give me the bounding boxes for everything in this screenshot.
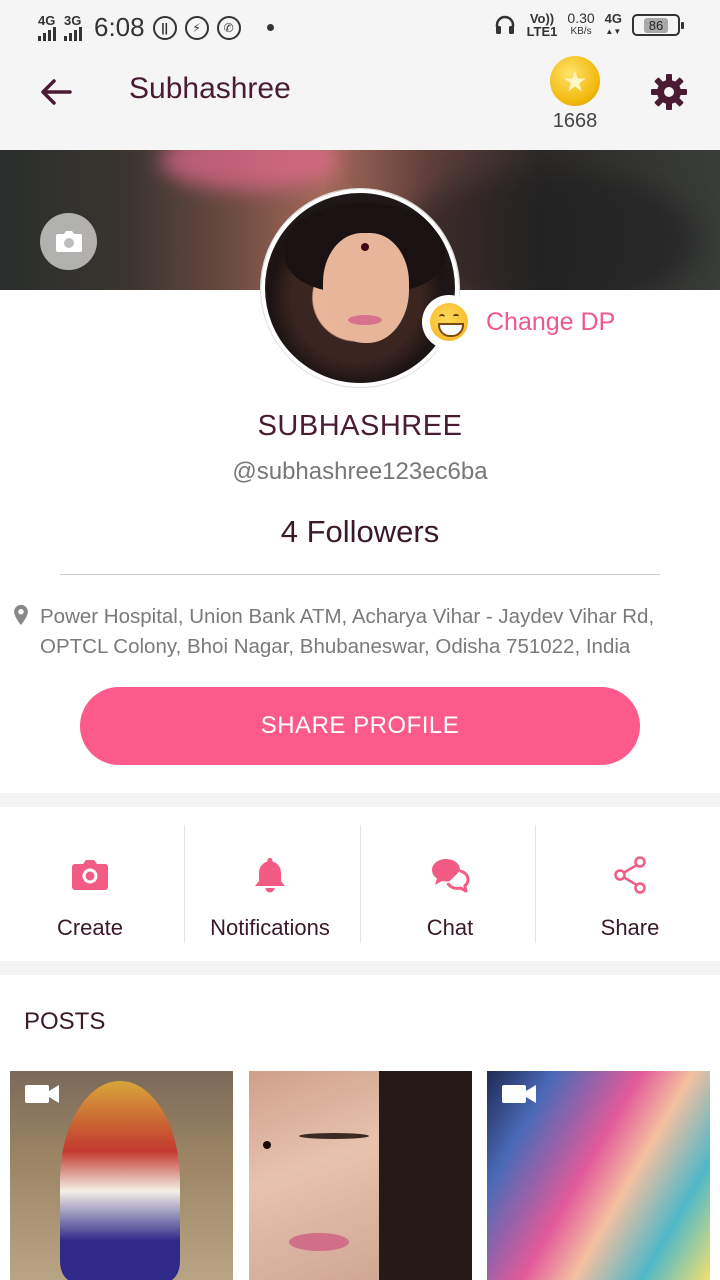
posts-heading: POSTS [24, 1008, 106, 1035]
messenger-icon: ⚡ [184, 15, 209, 40]
network-signal-1: 4G [38, 14, 56, 41]
action-label: Create [56, 915, 124, 940]
action-label: Chat [426, 915, 474, 940]
gear-icon [651, 74, 687, 110]
share-profile-button[interactable]: SHARE PROFILE [80, 687, 640, 765]
followers-count[interactable]: 4 Followers [0, 514, 720, 550]
coins-button[interactable]: ★ 1668 [546, 56, 604, 133]
change-dp-label: Change DP [486, 307, 616, 336]
section-separator [0, 961, 720, 975]
post-thumbnail[interactable] [249, 1071, 472, 1280]
divider [360, 825, 361, 943]
profile-name: SUBHASHREE [257, 410, 463, 442]
post-thumbnail[interactable] [10, 1071, 233, 1280]
camera-icon [72, 860, 108, 890]
volte-indicator: Vo)) LTE1 [526, 11, 558, 39]
change-dp-button[interactable]: Change DP [422, 295, 615, 349]
settings-button[interactable] [649, 72, 689, 112]
video-camera-icon [25, 1085, 59, 1103]
location: Power Hospital, Union Bank ATM, Acharya … [12, 602, 712, 662]
divider [184, 825, 185, 943]
grinning-emoji-icon [422, 295, 476, 349]
back-button[interactable] [34, 70, 78, 114]
profile-handle: @subhashree123ec6ba [232, 458, 488, 485]
camera-icon [55, 230, 82, 252]
divider [535, 825, 536, 943]
star-coin-icon: ★ [550, 56, 600, 106]
quick-actions: Create Notifications Chat Share [0, 807, 720, 961]
location-text: Power Hospital, Union Bank ATM, Acharya … [40, 605, 655, 658]
coin-count: 1668 [552, 110, 598, 132]
headphones-icon [495, 15, 514, 34]
network-signal-2: 3G [64, 14, 82, 41]
data-saver-icon: || [152, 15, 177, 40]
share-button[interactable]: Share [540, 807, 720, 961]
divider [60, 574, 660, 575]
change-cover-button[interactable] [40, 213, 97, 270]
post-thumbnail[interactable] [487, 1071, 710, 1280]
section-separator [0, 793, 720, 807]
status-bar: 4G 3G 6:08 || ⚡ ✆ Vo)) LTE1 0.30 KB/s 4G… [0, 0, 720, 56]
chat-button[interactable]: Chat [360, 807, 540, 961]
action-label: Notifications [210, 915, 330, 940]
share-icon [614, 856, 646, 894]
create-button[interactable]: Create [0, 807, 180, 961]
whatsapp-icon: ✆ [216, 15, 241, 40]
notifications-button[interactable]: Notifications [180, 807, 360, 961]
network-4g-indicator: 4G ▲▼ [604, 11, 622, 36]
battery-indicator: 86 [632, 14, 684, 36]
chat-bubbles-icon [432, 859, 470, 893]
page-title: Subhashree [129, 72, 291, 105]
location-pin-icon [14, 604, 28, 626]
bell-icon [255, 858, 285, 893]
profile-picture[interactable] [261, 189, 459, 387]
clock: 6:08 [94, 12, 145, 42]
video-camera-icon [502, 1085, 536, 1103]
arrow-left-icon [41, 79, 72, 105]
more-notifications-dot [266, 24, 274, 31]
network-speed: 0.30 KB/s [567, 10, 595, 37]
action-label: Share [600, 915, 660, 940]
app-bar: Subhashree ★ 1668 [0, 56, 720, 150]
